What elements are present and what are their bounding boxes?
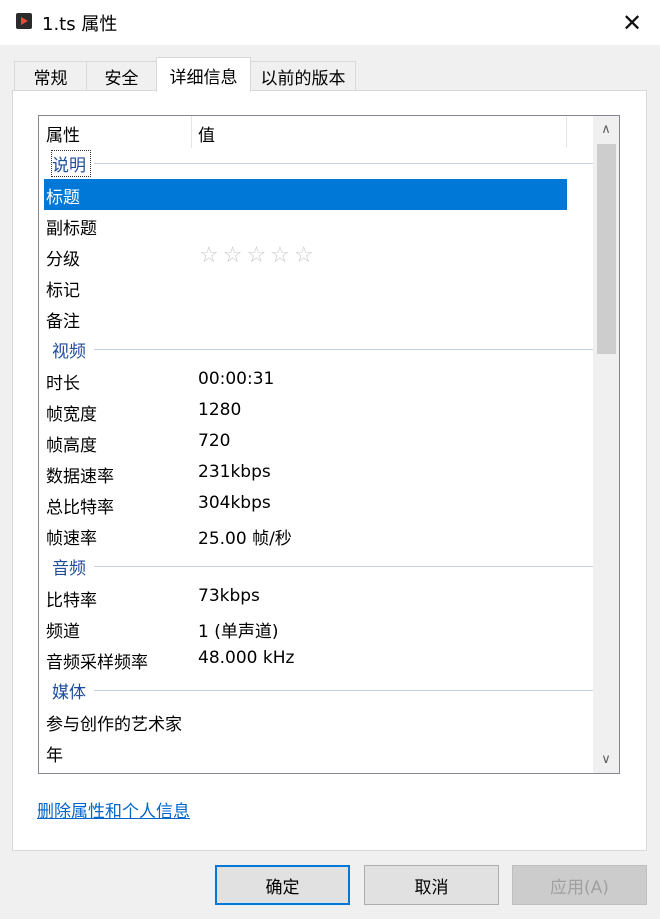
title-bar: 1.ts 属性 ✕	[0, 0, 660, 45]
window-title: 1.ts 属性	[42, 14, 118, 35]
row-subtitle[interactable]: 副标题	[39, 210, 594, 241]
group-description[interactable]: 说明	[39, 148, 594, 179]
property-name: 帧速率	[46, 529, 97, 549]
property-name: 年	[46, 746, 63, 766]
property-name: 分级	[46, 250, 80, 270]
rating-stars[interactable]: ☆☆☆☆☆	[199, 243, 318, 268]
property-value: 304kbps	[198, 493, 271, 513]
property-value: 48.000 kHz	[198, 648, 295, 668]
ok-button[interactable]: 确定	[215, 865, 350, 905]
property-rows: 说明 标题 副标题 分级 ☆☆☆☆☆ 标记 备注 视频 时长 00:00:31 …	[39, 148, 594, 768]
property-value: 25.00 帧/秒	[198, 529, 292, 549]
row-rating[interactable]: 分级 ☆☆☆☆☆	[39, 241, 594, 272]
property-value: 231kbps	[198, 462, 271, 482]
group-label: 说明	[51, 150, 91, 177]
property-value: 00:00:31	[198, 369, 275, 389]
close-button[interactable]: ✕	[604, 0, 660, 45]
row-tags[interactable]: 标记	[39, 272, 594, 303]
property-name: 总比特率	[46, 498, 114, 518]
column-divider[interactable]	[566, 116, 567, 148]
property-name: 频道	[46, 622, 80, 642]
row-sample-rate[interactable]: 音频采样频率 48.000 kHz	[39, 644, 594, 675]
property-name: 帧高度	[46, 436, 97, 456]
group-label: 视频	[52, 337, 90, 362]
vertical-scrollbar[interactable]: ∧ ∨	[593, 116, 619, 773]
property-name: 帧宽度	[46, 405, 97, 425]
group-divider	[94, 163, 594, 164]
group-video[interactable]: 视频	[39, 334, 594, 365]
scroll-thumb[interactable]	[597, 144, 616, 354]
property-value: 73kbps	[198, 586, 260, 606]
row-bitrate[interactable]: 比特率 73kbps	[39, 582, 594, 613]
property-name: 标题	[46, 188, 80, 208]
apply-button[interactable]: 应用(A)	[512, 865, 647, 905]
row-channels[interactable]: 频道 1 (单声道)	[39, 613, 594, 644]
group-label: 音频	[52, 554, 90, 579]
remove-properties-link[interactable]: 删除属性和个人信息	[37, 797, 190, 822]
column-divider[interactable]	[191, 116, 192, 148]
group-divider	[94, 349, 594, 350]
row-year[interactable]: 年	[39, 737, 594, 768]
tab-details[interactable]: 详细信息	[156, 57, 251, 92]
group-label: 媒体	[52, 678, 90, 703]
group-divider	[94, 566, 594, 567]
row-comments[interactable]: 备注	[39, 303, 594, 334]
property-name: 数据速率	[46, 467, 114, 487]
tab-strip: 常规 安全 详细信息 以前的版本	[12, 57, 652, 92]
group-audio[interactable]: 音频	[39, 551, 594, 582]
column-header-value[interactable]: 值	[198, 121, 215, 146]
row-title[interactable]: 标题	[44, 179, 567, 210]
video-file-icon	[16, 13, 32, 29]
row-contributing-artists[interactable]: 参与创作的艺术家	[39, 706, 594, 737]
property-value: 1 (单声道)	[198, 622, 279, 642]
property-name: 比特率	[46, 591, 97, 611]
property-list[interactable]: 属性 值 说明 标题 副标题 分级 ☆☆☆☆☆ 标记 备注 视频 时长 00:0…	[38, 115, 620, 774]
column-header: 属性 值	[39, 116, 594, 148]
column-header-property[interactable]: 属性	[46, 121, 80, 146]
row-frame-width[interactable]: 帧宽度 1280	[39, 396, 594, 427]
property-name: 副标题	[46, 219, 97, 239]
property-value: 720	[198, 431, 231, 451]
property-name: 标记	[46, 281, 80, 301]
property-name: 参与创作的艺术家	[46, 715, 182, 735]
tab-general[interactable]: 常规	[14, 61, 87, 91]
property-name: 备注	[46, 312, 80, 332]
details-panel: 属性 值 说明 标题 副标题 分级 ☆☆☆☆☆ 标记 备注 视频 时长 00:0…	[12, 90, 647, 851]
tab-security[interactable]: 安全	[86, 61, 157, 91]
scroll-up-arrow-icon[interactable]: ∧	[593, 116, 619, 143]
row-frame-rate[interactable]: 帧速率 25.00 帧/秒	[39, 520, 594, 551]
row-length[interactable]: 时长 00:00:31	[39, 365, 594, 396]
row-data-rate[interactable]: 数据速率 231kbps	[39, 458, 594, 489]
property-value: 1280	[198, 400, 242, 420]
group-media[interactable]: 媒体	[39, 675, 594, 706]
property-name: 音频采样频率	[46, 653, 148, 673]
tab-previous-versions[interactable]: 以前的版本	[250, 61, 356, 91]
row-total-bitrate[interactable]: 总比特率 304kbps	[39, 489, 594, 520]
row-frame-height[interactable]: 帧高度 720	[39, 427, 594, 458]
cancel-button[interactable]: 取消	[364, 865, 499, 905]
property-name: 时长	[46, 374, 80, 394]
group-divider	[94, 690, 594, 691]
scroll-down-arrow-icon[interactable]: ∨	[593, 746, 619, 773]
